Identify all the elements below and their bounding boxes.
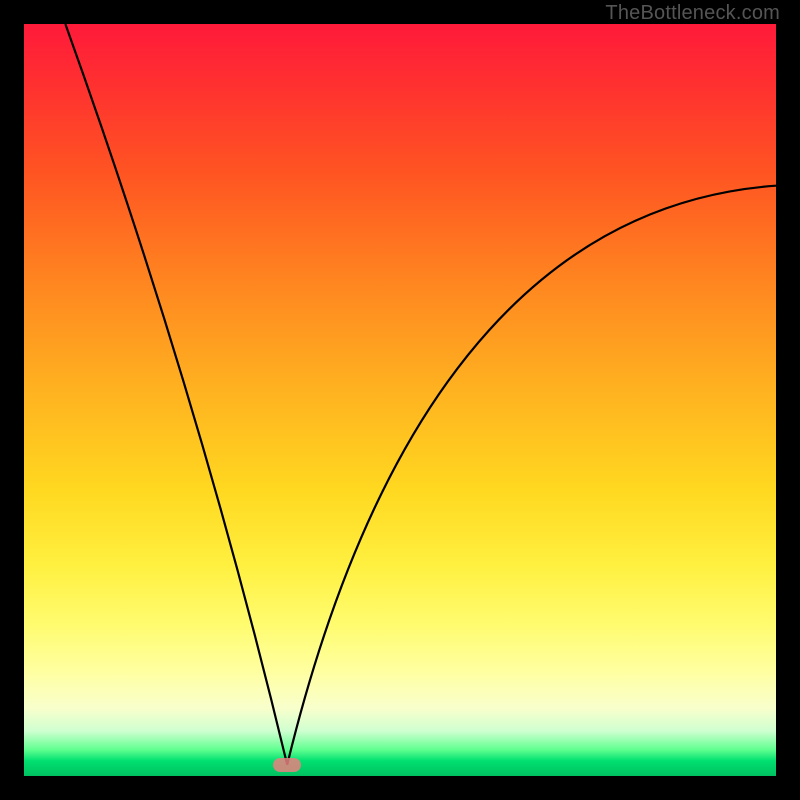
bottleneck-curve: [24, 24, 776, 776]
watermark-text: TheBottleneck.com: [605, 2, 780, 25]
chart-plot-area: [24, 24, 776, 776]
balance-marker: [273, 758, 301, 772]
